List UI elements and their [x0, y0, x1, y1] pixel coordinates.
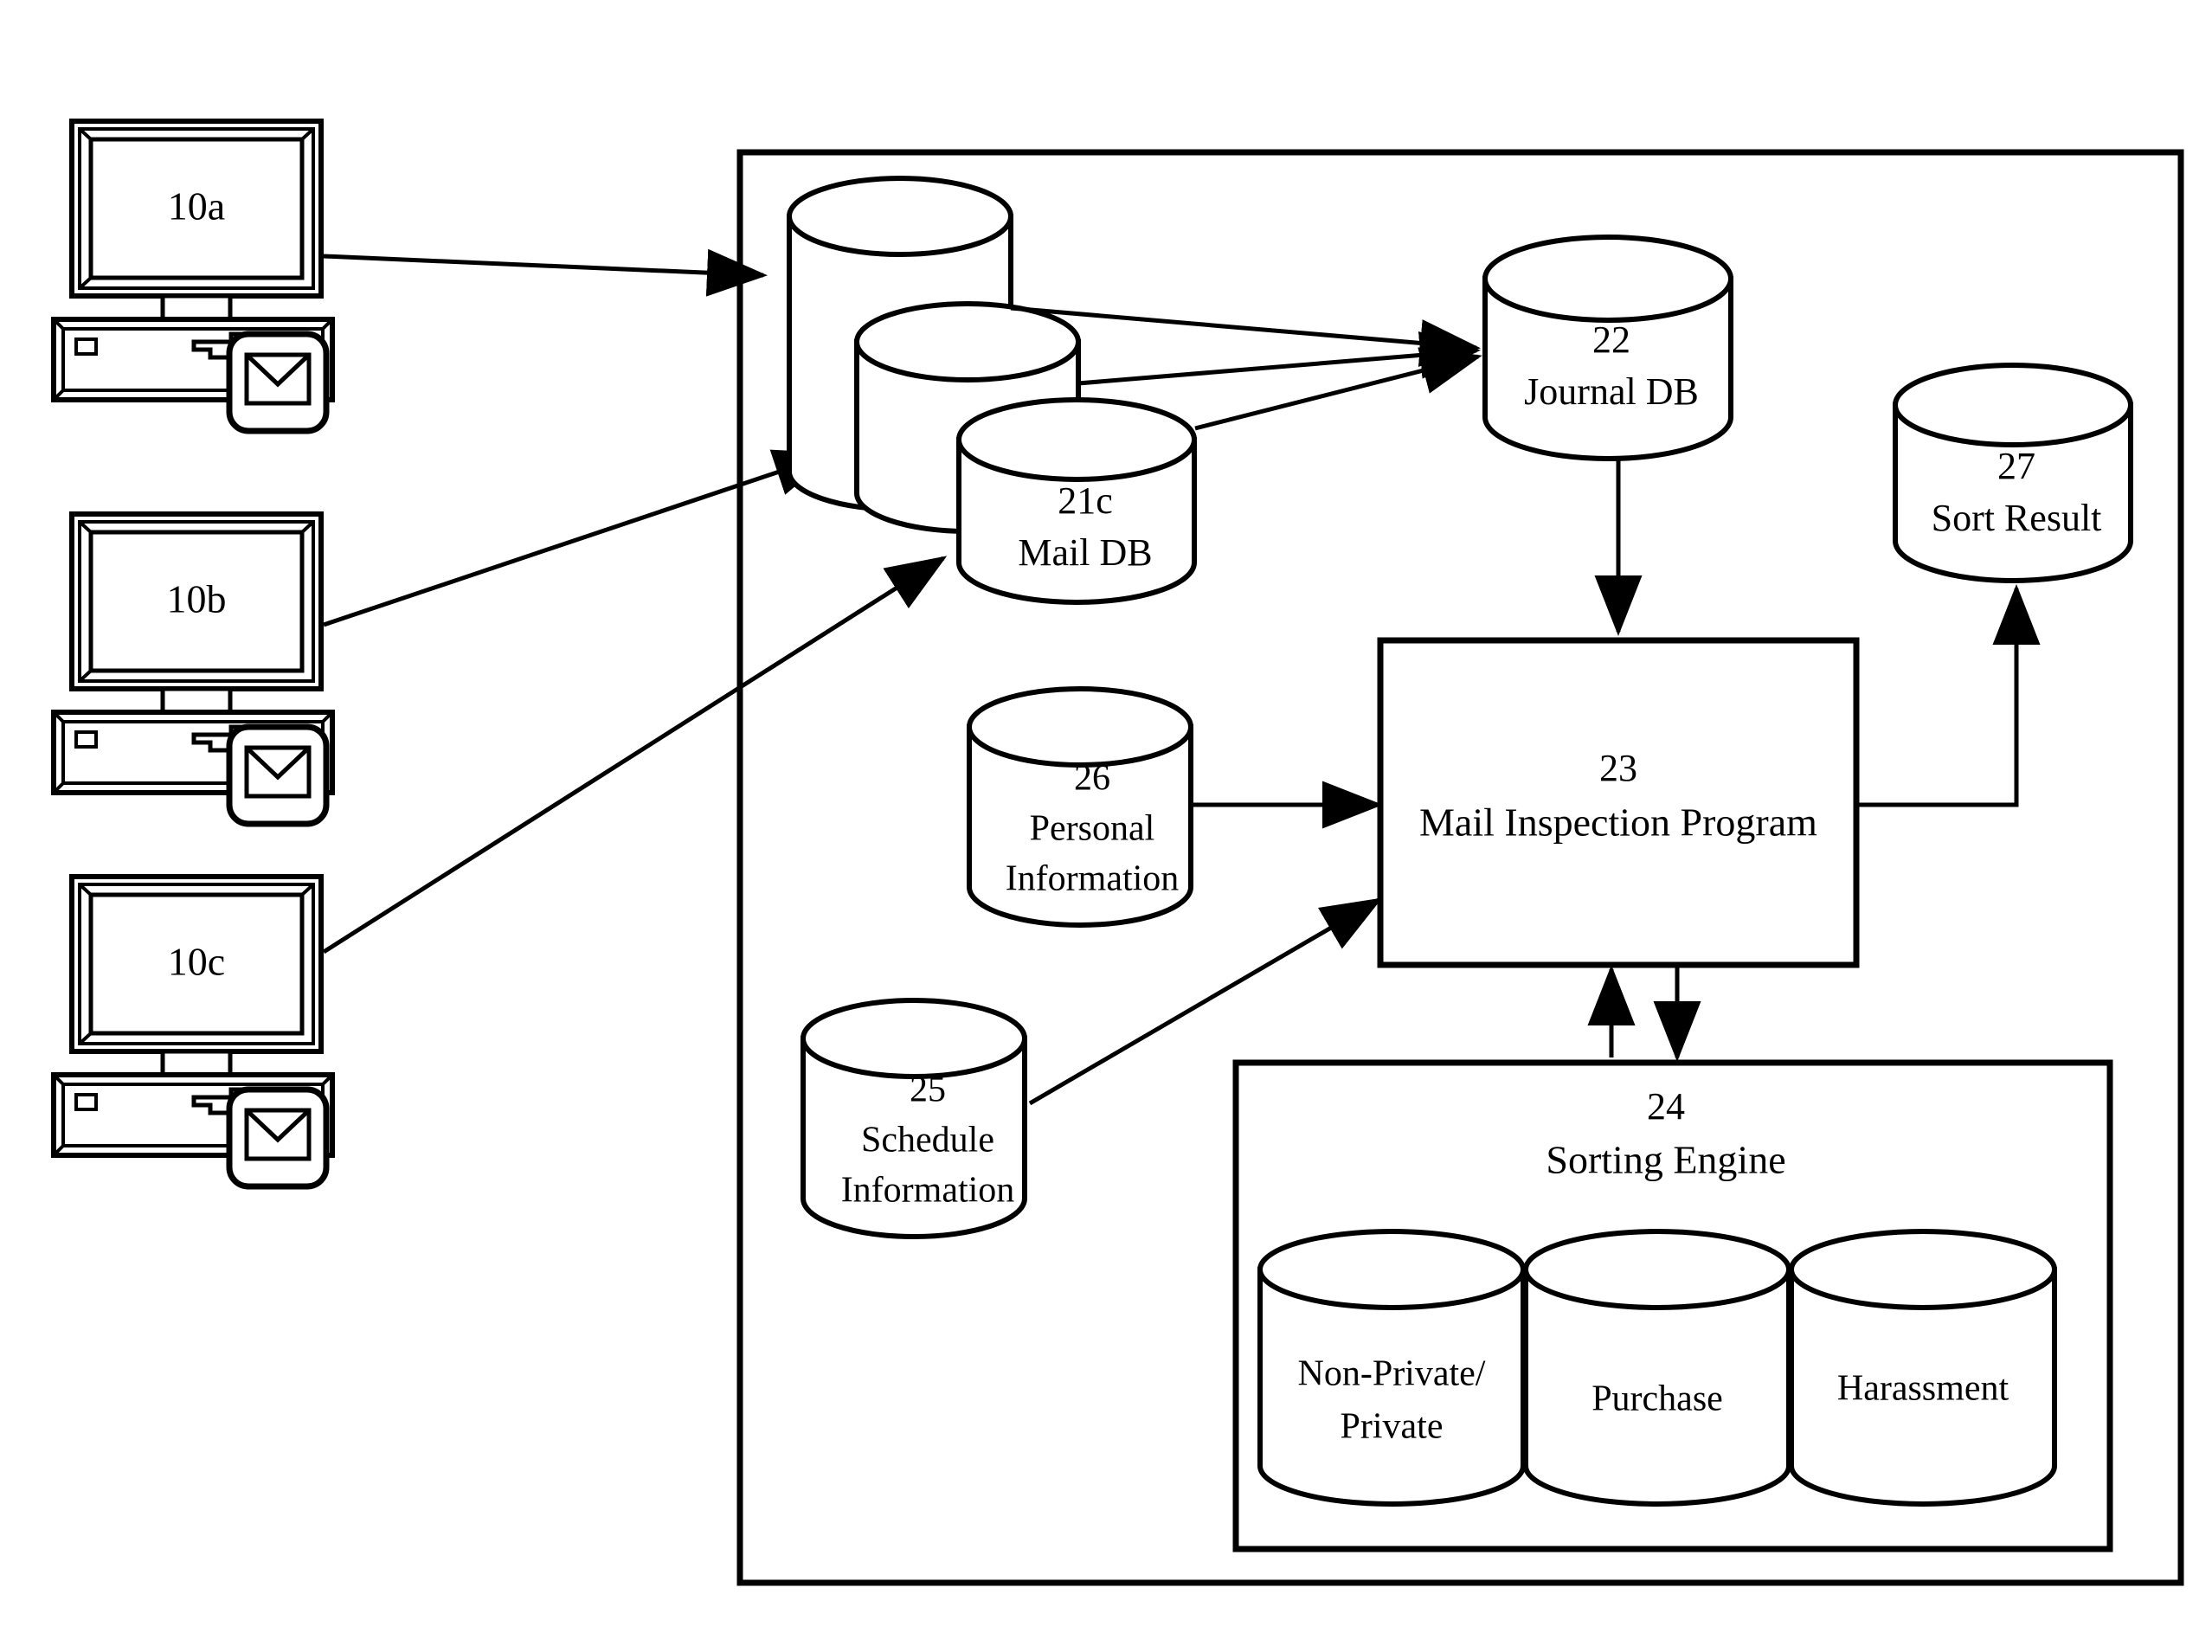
- sorting-engine-ref: 24: [1647, 1085, 1685, 1128]
- bucket-1-top: [1257, 1229, 1526, 1310]
- personal-info-ref: 26: [1074, 759, 1110, 799]
- mail-db-21c-ref: 21c: [1058, 479, 1113, 522]
- inspection-program-name: Mail Inspection Program: [1419, 800, 1817, 845]
- drive-slot-icon: [74, 1093, 98, 1111]
- drive-slot-icon: [74, 730, 98, 749]
- sort-result-top: [1893, 363, 2133, 447]
- terminal-10b-label: 10b: [167, 577, 227, 621]
- sort-bucket-harassment[interactable]: Harassment: [1789, 1229, 2057, 1507]
- schedule-info-top: [801, 998, 1027, 1079]
- bucket-2-label-line1: Purchase: [1591, 1379, 1723, 1419]
- arrow-10a-to-21a: [323, 248, 768, 297]
- bucket-1-label-line1: Non-Private/: [1298, 1354, 1486, 1394]
- sort-bucket-purchase[interactable]: Purchase: [1523, 1229, 1791, 1507]
- mail-db-21c[interactable]: 21c Mail DB: [956, 397, 1197, 605]
- diagram-canvas: 10a 10b 10c 21c Mail DB 22 Journal DB 27…: [51, 119, 2184, 1586]
- db-21a-top: [787, 176, 1013, 257]
- personal-info-top: [967, 686, 1193, 768]
- monitor-stand: [160, 293, 233, 322]
- personal-info-name-line1: Personal: [1030, 809, 1155, 849]
- journal-db-name: Journal DB: [1524, 370, 1699, 413]
- sort-bucket-nonprivate-private[interactable]: Non-Private/ Private: [1257, 1229, 1526, 1507]
- db-21c-top: [956, 397, 1197, 482]
- db-21b-top: [854, 301, 1081, 382]
- personal-info-name-line2: Information: [1006, 859, 1180, 899]
- terminal-10c[interactable]: 10c: [51, 874, 335, 1190]
- schedule-info-name-line1: Schedule: [861, 1121, 994, 1160]
- schedule-information-25[interactable]: 25 Schedule Information: [801, 998, 1027, 1239]
- monitor-stand: [160, 686, 233, 715]
- journal-db-top: [1482, 235, 1733, 323]
- terminal-10c-label: 10c: [168, 940, 225, 984]
- bucket-3-top: [1789, 1229, 2057, 1310]
- bucket-3-label-line1: Harassment: [1837, 1369, 2009, 1409]
- sorting-engine-name: Sorting Engine: [1546, 1138, 1785, 1182]
- mail-db-21c-name: Mail DB: [1018, 531, 1152, 574]
- terminal-10b[interactable]: 10b: [51, 511, 335, 827]
- terminal-10a-label: 10a: [168, 184, 225, 228]
- sort-result-ref: 27: [1997, 445, 2035, 487]
- schedule-info-name-line2: Information: [841, 1171, 1015, 1211]
- bucket-2-top: [1523, 1229, 1791, 1310]
- schedule-info-ref: 25: [910, 1070, 946, 1110]
- terminal-10a[interactable]: 10a: [51, 119, 335, 434]
- journal-db-ref: 22: [1592, 318, 1630, 361]
- sorting-engine-24[interactable]: 24 Sorting Engine Harassment Purchase No…: [1232, 1059, 2113, 1552]
- sort-result-27[interactable]: 27 Sort Result: [1893, 363, 2133, 583]
- bucket-1-label-line2: Private: [1341, 1407, 1444, 1447]
- journal-db-22[interactable]: 22 Journal DB: [1482, 235, 1733, 461]
- mail-inspection-program-23[interactable]: 23 Mail Inspection Program: [1377, 637, 1860, 968]
- sort-result-name: Sort Result: [1932, 497, 2102, 539]
- monitor-stand: [160, 1049, 233, 1077]
- personal-information-26[interactable]: 26 Personal Information: [967, 686, 1193, 928]
- system-diagram: 10a 10b 10c 21c Mail DB 22 Journal DB 27…: [0, 0, 2212, 1652]
- drive-slot-icon: [74, 337, 98, 356]
- inspection-program-ref: 23: [1599, 747, 1637, 789]
